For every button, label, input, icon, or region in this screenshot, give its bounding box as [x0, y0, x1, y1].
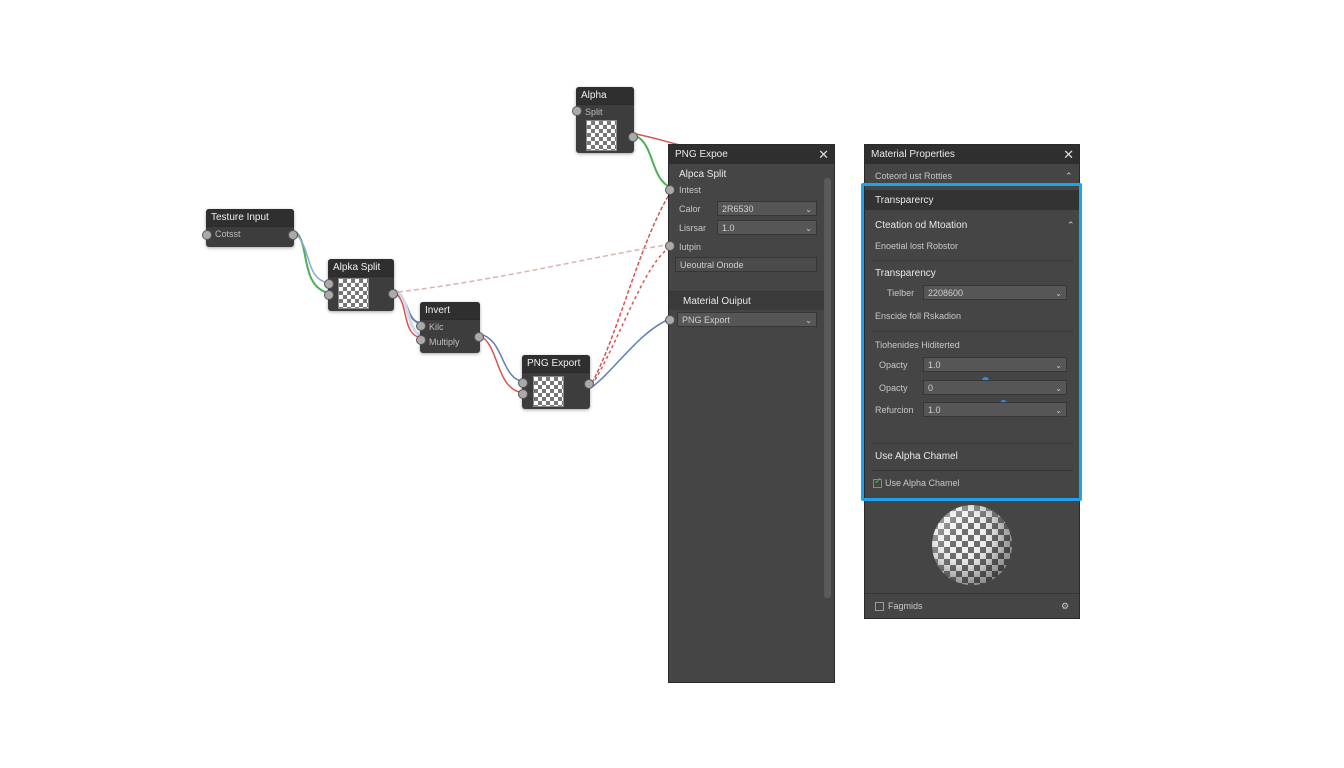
node-alpha[interactable]: Alpha Split: [572, 87, 638, 153]
alpha-label: Iutpin: [679, 242, 702, 252]
section-title: Material Ouiput: [683, 296, 751, 307]
input-port[interactable]: [665, 185, 675, 195]
node-row-label: Split: [585, 107, 603, 117]
node-row-label: Multiply: [429, 337, 460, 347]
output-port[interactable]: [288, 230, 298, 240]
output-port[interactable]: [388, 289, 398, 299]
input-port[interactable]: [416, 321, 426, 331]
input-port[interactable]: [665, 315, 675, 325]
checker-preview-icon: [533, 376, 564, 407]
sphere-preview-icon: [932, 505, 1012, 585]
node-alpha-split[interactable]: Alpka Split: [324, 259, 398, 311]
linear-label: Lisrsar: [679, 223, 707, 233]
input-port[interactable]: [324, 290, 334, 300]
footer-checkbox[interactable]: [875, 602, 884, 611]
close-icon[interactable]: ✕: [818, 145, 829, 164]
color-label: Calor: [679, 204, 701, 214]
settings-icon[interactable]: ⚙: [1061, 601, 1069, 612]
close-icon[interactable]: ✕: [1063, 145, 1074, 164]
footer-label: Fagmids: [888, 601, 923, 611]
divider: [865, 593, 1079, 594]
node-title: PNG Export: [522, 355, 590, 373]
output-port[interactable]: [628, 132, 638, 142]
export-value: PNG Export: [682, 315, 731, 325]
input-port[interactable]: [416, 335, 426, 345]
input-port[interactable]: [572, 106, 582, 116]
node-row-label: Kilc: [429, 322, 444, 332]
output-port[interactable]: [474, 332, 484, 342]
input-port[interactable]: [202, 230, 212, 240]
color-select[interactable]: 2R6530 ⌄: [717, 201, 817, 216]
input-port[interactable]: [324, 279, 334, 289]
panel-header: PNG Expoe ✕: [669, 145, 834, 164]
input-label: Intest: [679, 185, 702, 195]
node-invert[interactable]: Invert Kilc Multiply: [416, 302, 484, 353]
node-png-export[interactable]: PNG Export: [518, 355, 594, 409]
export-select[interactable]: PNG Export ⌄: [677, 312, 817, 327]
node-title: Invert: [420, 302, 480, 320]
chevron-down-icon: ⌄: [805, 205, 812, 214]
highlight-selection: [861, 183, 1082, 501]
png-export-panel: PNG Expoe ✕ Alpca Split Intest Calor 2R6…: [665, 144, 835, 683]
panel-title: Material Properties: [871, 149, 955, 160]
color-value: 2R6530: [722, 204, 754, 214]
input-port[interactable]: [665, 241, 675, 251]
checker-preview-icon: [586, 120, 617, 151]
chevron-down-icon: ⌄: [805, 224, 812, 233]
neutral-label: Ueoutral Onode: [680, 260, 744, 270]
chevron-down-icon: ⌄: [805, 316, 812, 325]
checker-preview-icon: [338, 278, 369, 309]
neutral-field[interactable]: Ueoutral Onode: [675, 257, 817, 272]
node-title: Alpha: [576, 87, 634, 105]
node-title: Testure Input: [206, 209, 294, 227]
node-row-label: Cotsst: [215, 229, 241, 239]
node-texture-input[interactable]: Testure Input Cotsst: [202, 209, 298, 247]
section-title: Alpca Split: [679, 169, 727, 180]
scrollbar[interactable]: [824, 178, 831, 598]
panel-title: PNG Expoe: [675, 149, 728, 160]
collapsed-section-label[interactable]: Coteord ust Rotties: [875, 171, 952, 181]
chevron-up-icon[interactable]: ⌃: [1065, 171, 1073, 182]
input-port[interactable]: [518, 378, 528, 388]
output-port[interactable]: [584, 379, 594, 389]
input-port[interactable]: [518, 389, 528, 399]
node-title: Alpka Split: [328, 259, 394, 277]
linear-select[interactable]: 1.0 ⌄: [717, 220, 817, 235]
linear-value: 1.0: [722, 223, 735, 233]
panel-header: Material Properties ✕: [865, 145, 1079, 164]
